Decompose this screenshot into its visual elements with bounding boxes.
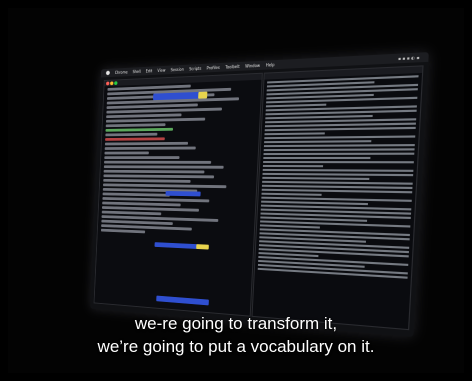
- redaction-yellow: [196, 244, 209, 250]
- minimize-dot-icon: [110, 81, 114, 86]
- laptop-screen: ● Chrome Shell Edit View Session Scripts…: [90, 52, 429, 337]
- menubar-item: Profiles: [206, 64, 220, 71]
- zoom-dot-icon: [114, 81, 118, 86]
- redaction-blue: [156, 295, 209, 306]
- menubar-status-icons: ▪ ▪ ▪ ◐ ▪: [397, 54, 420, 62]
- menubar-item: Edit: [145, 68, 153, 74]
- close-dot-icon: [106, 81, 110, 86]
- video-frame: ● Chrome Shell Edit View Session Scripts…: [0, 0, 472, 381]
- menubar-item: Toolbelt: [225, 63, 240, 70]
- terminal-pane-right: [251, 65, 424, 331]
- redaction-yellow: [198, 91, 208, 99]
- menubar-item: Help: [265, 62, 275, 68]
- menubar-item: Session: [170, 66, 185, 73]
- laptop-screen-photo: ● Chrome Shell Edit View Session Scripts…: [70, 52, 429, 337]
- subtitle-line-1: we-re going to transform it,: [134, 314, 338, 333]
- subtitle-line-2: we’re going to put a vocabulary on it.: [97, 337, 375, 356]
- menubar-item: Window: [245, 62, 261, 69]
- menubar-item: Shell: [132, 69, 141, 75]
- redaction-blue: [154, 242, 199, 250]
- redaction-blue: [165, 190, 201, 197]
- menubar-item: Scripts: [189, 65, 202, 72]
- menubar-item: View: [157, 67, 166, 73]
- menubar-item: Chrome: [114, 69, 128, 75]
- apple-icon: ●: [105, 69, 111, 77]
- terminal-pane-left: [93, 72, 263, 317]
